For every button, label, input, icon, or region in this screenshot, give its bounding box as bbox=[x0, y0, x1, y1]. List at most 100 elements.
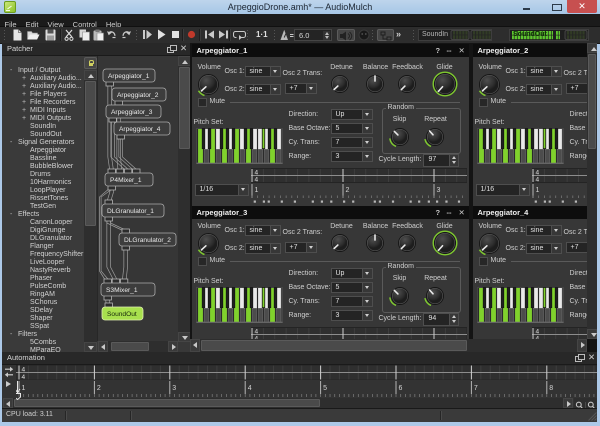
pitch-set-keyboard[interactable] bbox=[196, 287, 283, 323]
osc2trans-select[interactable]: +7 bbox=[285, 83, 317, 94]
scroll-thumb[interactable] bbox=[201, 340, 467, 351]
tree-item[interactable]: +File Players bbox=[2, 91, 84, 99]
node-Arpeggiator_1[interactable]: Arpeggiator_1 bbox=[103, 69, 155, 86]
metronome-icon[interactable] bbox=[280, 29, 294, 41]
scroll-arrow-button[interactable] bbox=[577, 339, 587, 352]
tree-item[interactable]: LiveLooper bbox=[2, 259, 84, 267]
repeat-knob[interactable] bbox=[423, 125, 447, 149]
patcher-canvas[interactable]: Arpeggiator_1Arpeggiator_2Arpeggiator_3A… bbox=[97, 56, 179, 341]
patcher-view-button[interactable] bbox=[377, 29, 394, 41]
feedback-knob[interactable] bbox=[395, 72, 419, 96]
tree-item[interactable]: CanonLooper bbox=[2, 219, 84, 227]
save-button[interactable] bbox=[45, 29, 56, 41]
close-button[interactable]: ✕ bbox=[567, 0, 597, 13]
rhythm-pattern-ruler[interactable]: 44123 bbox=[251, 327, 469, 339]
skip-knob[interactable] bbox=[388, 125, 412, 149]
pitch-set-keyboard[interactable] bbox=[196, 128, 283, 164]
undo-button[interactable] bbox=[106, 29, 117, 41]
document-horizontal-scrollbar[interactable] bbox=[190, 339, 587, 352]
rate-select[interactable]: 1/16 bbox=[476, 184, 530, 196]
osc2trans-select[interactable]: +7 bbox=[566, 83, 588, 94]
tree-item[interactable]: SDelay bbox=[2, 307, 84, 315]
scroll-arrow-button[interactable] bbox=[587, 329, 597, 339]
scroll-arrow-button[interactable] bbox=[587, 43, 597, 53]
feedback-knob[interactable] bbox=[395, 231, 419, 255]
tree-item[interactable]: SoundIn bbox=[2, 123, 84, 131]
minimize-button[interactable] bbox=[506, 0, 536, 13]
skip-knob[interactable] bbox=[388, 284, 412, 308]
balance-knob[interactable] bbox=[363, 72, 387, 96]
new-file-button[interactable] bbox=[12, 29, 23, 41]
tree-item[interactable]: FrequencyShifter bbox=[2, 251, 84, 259]
tree-item[interactable]: +MIDI Outputs bbox=[2, 115, 84, 123]
tempo-input[interactable]: 6.0 bbox=[294, 29, 332, 41]
automation-mode-icons[interactable] bbox=[2, 365, 16, 397]
collapse-button[interactable]: -- bbox=[447, 46, 452, 55]
scroll-thumb[interactable] bbox=[85, 81, 96, 226]
tree-item[interactable]: PulseComb bbox=[2, 283, 84, 291]
float-panel-icon[interactable] bbox=[167, 45, 175, 53]
glide-knob[interactable] bbox=[431, 229, 459, 257]
stop-button[interactable] bbox=[171, 29, 180, 41]
tree-item[interactable]: Phaser bbox=[2, 275, 84, 283]
osc2-select[interactable]: sine bbox=[526, 84, 562, 95]
scroll-arrow-button[interactable] bbox=[84, 70, 97, 80]
lock-button[interactable] bbox=[84, 57, 97, 69]
osc2-select[interactable]: sine bbox=[526, 243, 562, 254]
range-select[interactable]: 3 bbox=[331, 151, 373, 162]
node-DLGranulator_2[interactable]: DLGranulator_2 bbox=[119, 229, 176, 250]
collapse-button[interactable]: -- bbox=[447, 208, 452, 217]
tree-item[interactable]: NastyReverb bbox=[2, 267, 84, 275]
tree-item[interactable]: DigiGrunge bbox=[2, 227, 84, 235]
scroll-arrow-button[interactable] bbox=[168, 341, 178, 352]
close-panel-icon[interactable]: ✕ bbox=[588, 353, 596, 361]
tree-item[interactable]: Bassline bbox=[2, 155, 84, 163]
osc1-select[interactable]: sine bbox=[526, 66, 562, 77]
resize-grip[interactable] bbox=[588, 412, 597, 421]
record-button[interactable] bbox=[187, 29, 196, 41]
scroll-thumb[interactable] bbox=[111, 342, 149, 351]
panel-close-button[interactable]: ✕ bbox=[459, 46, 465, 55]
scroll-thumb[interactable] bbox=[588, 54, 596, 149]
float-panel-icon[interactable] bbox=[575, 354, 583, 362]
expand-glyph[interactable]: + bbox=[22, 107, 26, 115]
expand-glyph[interactable]: + bbox=[22, 75, 26, 83]
osc1-select[interactable]: sine bbox=[526, 225, 562, 236]
tree-item[interactable]: Flanger bbox=[2, 243, 84, 251]
tree-item[interactable]: LoopPlayer bbox=[2, 187, 84, 195]
baseoct-select[interactable]: 5 bbox=[331, 123, 373, 134]
scroll-thumb[interactable] bbox=[179, 67, 190, 149]
node-SoundOut[interactable]: SoundOut bbox=[102, 303, 143, 320]
balance-knob[interactable] bbox=[363, 231, 387, 255]
tree-item[interactable]: -Signal Generators bbox=[2, 139, 84, 147]
cycle-length-spinner[interactable]: 97 bbox=[423, 154, 459, 167]
scroll-thumb[interactable] bbox=[14, 399, 320, 407]
direction-select[interactable]: Up bbox=[331, 109, 373, 120]
rhythm-pattern-ruler[interactable]: 44123 bbox=[532, 327, 588, 339]
canvas-horizontal-scrollbar[interactable] bbox=[98, 341, 178, 352]
rhythm-pattern-ruler[interactable]: 44123 bbox=[532, 168, 588, 206]
tree-item[interactable]: Arpeggiator bbox=[2, 147, 84, 155]
tree-item[interactable]: DLGranulator bbox=[2, 235, 84, 243]
tree-item[interactable]: -Effects bbox=[2, 211, 84, 219]
playhead-marker[interactable] bbox=[16, 381, 21, 400]
tree-item[interactable]: SoundOut bbox=[2, 131, 84, 139]
help-button[interactable]: ? bbox=[436, 208, 441, 217]
play-button[interactable] bbox=[157, 29, 166, 41]
open-file-button[interactable] bbox=[27, 29, 40, 41]
go-to-end-button[interactable] bbox=[218, 29, 229, 41]
tree-item[interactable]: +Auxiliary Audio... bbox=[2, 83, 84, 91]
tree-item[interactable]: Shaper bbox=[2, 315, 84, 323]
tree-item[interactable]: RissetTones bbox=[2, 195, 84, 203]
toolbar-overflow-button[interactable]: » bbox=[396, 29, 408, 41]
panel-close-button[interactable]: ✕ bbox=[459, 208, 465, 217]
node-S3Mixer_1[interactable]: S3Mixer_1 bbox=[101, 279, 155, 300]
scroll-arrow-button[interactable] bbox=[84, 342, 97, 352]
tree-item[interactable]: 5Combs bbox=[2, 339, 84, 347]
expand-glyph[interactable]: + bbox=[22, 99, 26, 107]
document-vertical-scrollbar[interactable] bbox=[587, 43, 597, 339]
scroll-arrow-button[interactable] bbox=[98, 341, 108, 352]
collapse-glyph[interactable]: - bbox=[10, 331, 12, 339]
pitch-set-keyboard[interactable] bbox=[477, 287, 564, 323]
tree-vertical-scrollbar[interactable] bbox=[84, 70, 97, 352]
